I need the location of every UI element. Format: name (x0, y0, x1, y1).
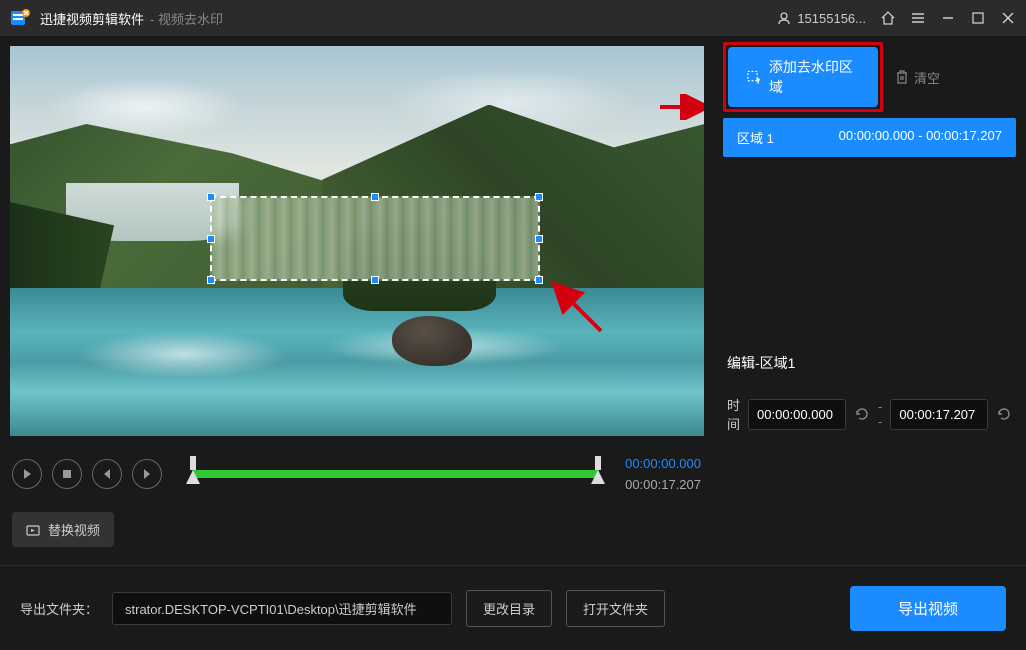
region-time-range: 00:00:00.000 - 00:00:17.207 (839, 128, 1002, 147)
menu-icon[interactable] (910, 10, 926, 26)
maximize-icon[interactable] (970, 10, 986, 26)
close-icon[interactable] (1000, 10, 1016, 26)
time-separator: -- (878, 399, 882, 429)
replace-video-button[interactable]: 替换视频 (12, 512, 114, 547)
current-time-label: 00:00:00.000 (625, 456, 701, 471)
trash-icon (895, 70, 909, 84)
resize-handle[interactable] (535, 235, 543, 243)
change-directory-button[interactable]: 更改目录 (466, 590, 552, 627)
prev-frame-button[interactable] (92, 459, 122, 489)
add-area-label: 添加去水印区域 (769, 57, 860, 97)
user-account[interactable]: 15155156... (777, 11, 866, 26)
app-logo-icon (10, 7, 32, 29)
resize-handle[interactable] (371, 276, 379, 284)
annotation-arrow-icon (546, 276, 606, 336)
edit-section-title: 编辑-区域1 (727, 353, 1012, 373)
playback-controls: 00:00:00.000 00:00:17.207 (0, 446, 713, 502)
add-area-icon (746, 69, 761, 85)
reset-end-icon[interactable] (996, 405, 1012, 423)
region-name: 区域 1 (737, 128, 774, 147)
clear-button[interactable]: 清空 (895, 68, 940, 87)
resize-handle[interactable] (371, 193, 379, 201)
page-subtitle: - 视频去水印 (150, 9, 223, 28)
replace-video-label: 替换视频 (48, 520, 100, 539)
timeline-start-handle[interactable] (186, 456, 200, 492)
region-list-empty-area (723, 157, 1016, 337)
title-bar: 迅捷视频剪辑软件 - 视频去水印 15155156... (0, 0, 1026, 36)
region-list-item[interactable]: 区域 1 00:00:00.000 - 00:00:17.207 (723, 118, 1016, 157)
annotation-arrow-icon (658, 94, 704, 120)
clear-label: 清空 (914, 68, 940, 87)
app-title: 迅捷视频剪辑软件 (40, 9, 144, 28)
resize-handle[interactable] (535, 193, 543, 201)
start-time-input[interactable] (748, 399, 846, 430)
user-id: 15155156... (797, 11, 866, 26)
home-icon[interactable] (880, 10, 896, 26)
export-folder-label: 导出文件夹： (20, 599, 98, 618)
watermark-selection-box[interactable] (210, 196, 540, 281)
time-label: 时间 (727, 395, 740, 433)
export-path-input[interactable] (112, 592, 452, 625)
play-button[interactable] (12, 459, 42, 489)
timeline-end-handle[interactable] (591, 456, 605, 492)
minimize-icon[interactable] (940, 10, 956, 26)
resize-handle[interactable] (535, 276, 543, 284)
open-folder-button[interactable]: 打开文件夹 (566, 590, 665, 627)
reset-start-icon[interactable] (854, 405, 870, 423)
total-time-label: 00:00:17.207 (625, 477, 701, 492)
next-frame-button[interactable] (132, 459, 162, 489)
end-time-input[interactable] (890, 399, 988, 430)
add-watermark-area-button[interactable]: 添加去水印区域 (728, 47, 878, 107)
bottom-bar: 导出文件夹： 更改目录 打开文件夹 导出视频 (0, 565, 1026, 650)
export-video-button[interactable]: 导出视频 (850, 586, 1006, 631)
resize-handle[interactable] (207, 235, 215, 243)
stop-button[interactable] (52, 459, 82, 489)
timeline[interactable] (192, 454, 599, 494)
resize-handle[interactable] (207, 193, 215, 201)
video-preview[interactable] (10, 46, 704, 436)
video-preview-area (0, 36, 713, 446)
resize-handle[interactable] (207, 276, 215, 284)
annotation-highlight: 添加去水印区域 (723, 42, 883, 112)
replace-icon (26, 523, 40, 537)
